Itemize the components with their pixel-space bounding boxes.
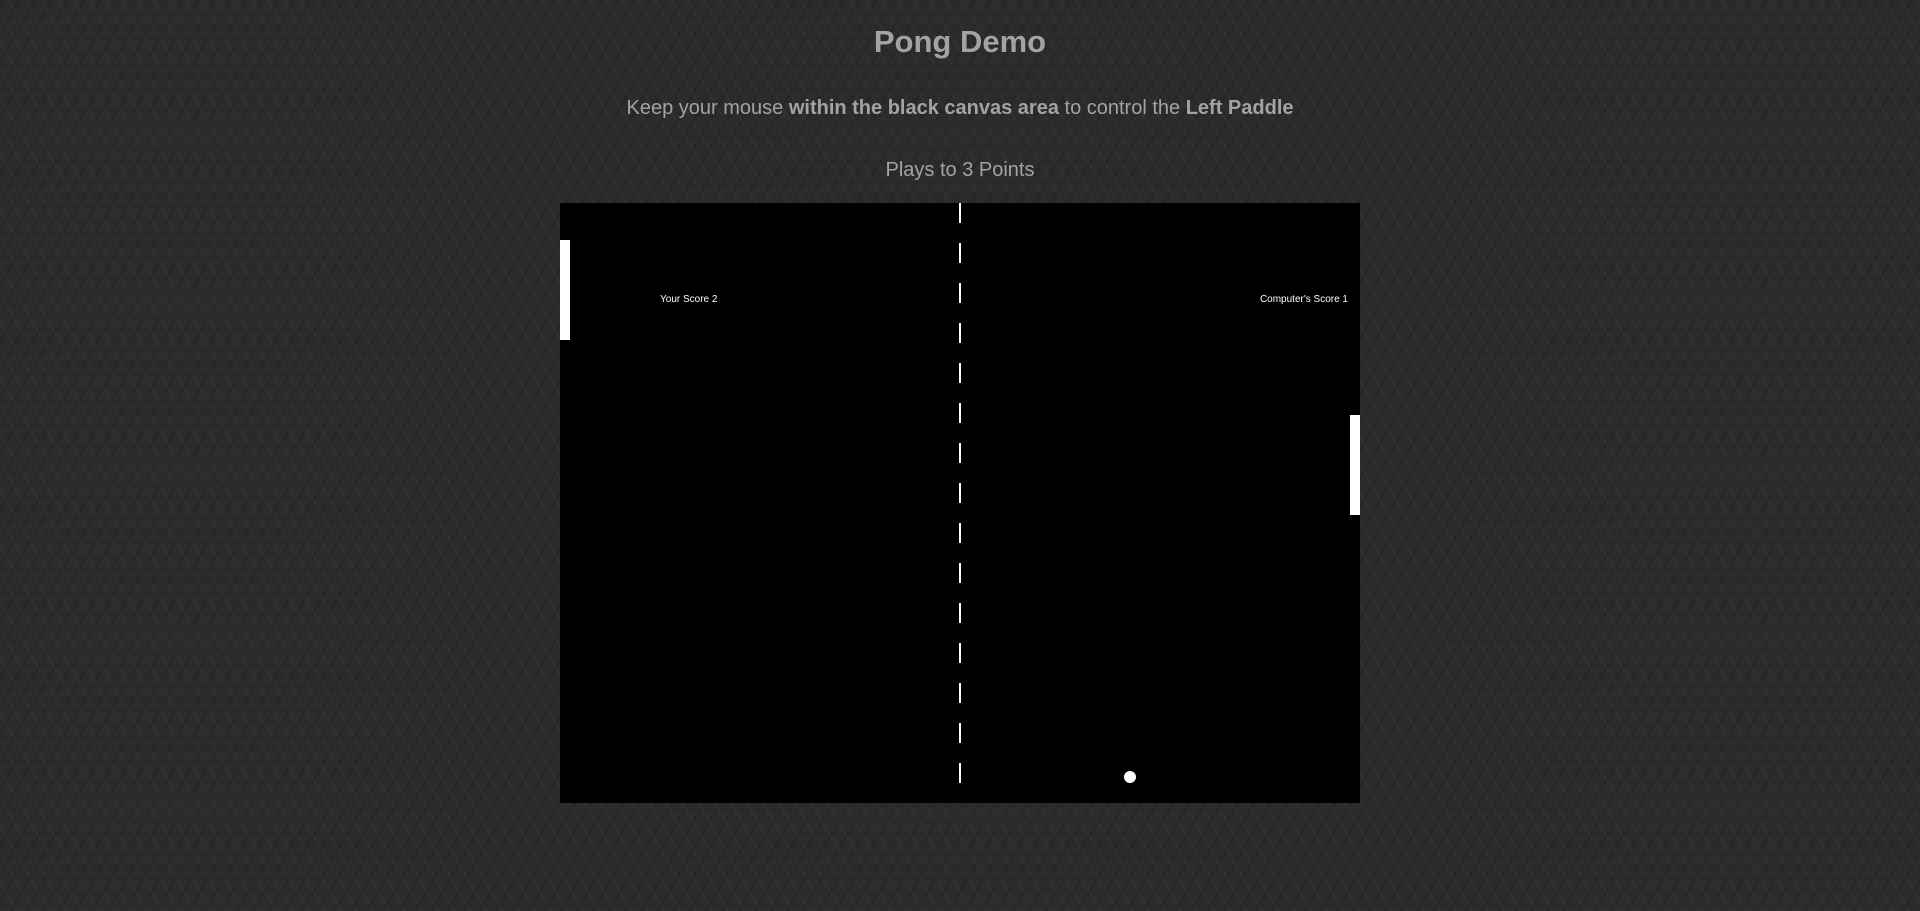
instructions-bold-left-paddle: Left Paddle — [1185, 97, 1294, 119]
page-title: Pong Demo — [873, 24, 1047, 59]
instructions-bold-canvas-area: within the black canvas area — [788, 97, 1059, 119]
center-net — [959, 203, 961, 783]
computer-score: Computer's Score 1 — [1259, 294, 1348, 305]
player-score: Your Score 2 — [660, 294, 718, 305]
instructions-part-2: to control the — [1058, 97, 1186, 119]
plays-to-text: Plays to 3 Points — [885, 159, 1035, 181]
instructions-text: Keep your mouse within the black canvas … — [0, 97, 1920, 120]
ball — [1124, 771, 1136, 783]
instructions-part-1: Keep your mouse — [626, 97, 789, 119]
right-paddle — [1350, 415, 1360, 515]
game-canvas[interactable]: Your Score 2 Computer's Score 1 — [560, 203, 1360, 803]
left-paddle[interactable] — [560, 240, 570, 340]
